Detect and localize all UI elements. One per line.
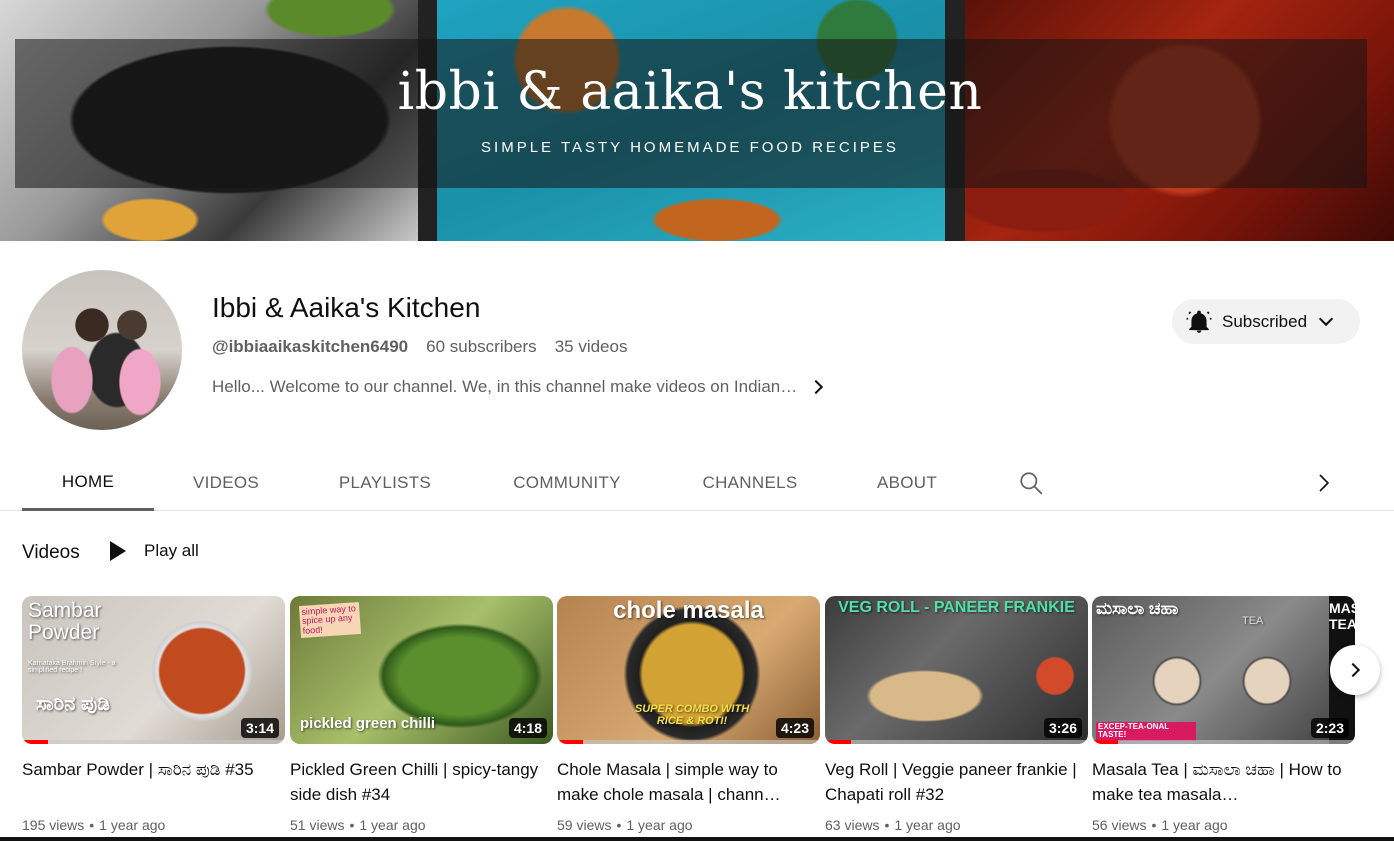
video-card[interactable]: Sambar Powder Karnataka Brahmin Style - … [22,596,285,833]
watch-progress [825,740,852,744]
view-count: 59 views [557,817,612,833]
video-duration: 3:14 [240,718,279,738]
play-all-button[interactable]: Play all [110,541,199,561]
video-meta: 51 views • 1 year ago [290,817,426,833]
upload-age: 1 year ago [626,817,693,833]
channel-name: Ibbi & Aaika's Kitchen [212,292,481,323]
video-title[interactable]: Masala Tea | ಮಸಾಲಾ ಚಹಾ | How to make tea… [1092,757,1355,807]
upload-age: 1 year ago [894,817,961,833]
channel-description-text: Hello... Welcome to our channel. We, in … [212,377,798,396]
bottom-edge [0,837,1394,841]
channel-tabs: HOME VIDEOS PLAYLISTS COMMUNITY CHANNELS… [0,455,1394,511]
subscriber-count: 60 subscribers [426,337,537,356]
channel-handle: @ibbiaaikaskitchen6490 [212,337,409,356]
bell-icon [1186,310,1212,333]
thumbnail-mug-label: TEA [1242,615,1264,627]
video-duration: 4:23 [775,718,814,738]
thumbnail-text: ಮಸಾಲಾ ಚಹಾ [1096,599,1179,618]
subscribed-button[interactable]: Subscribed [1172,299,1360,344]
thumbnail-caption: Karnataka Brahmin Style - a simplified r… [28,660,116,675]
video-card[interactable]: VEG ROLL - PANEER FRANKIE 3:26 Veg Roll … [825,596,1088,833]
subscribed-label: Subscribed [1222,311,1308,331]
channel-avatar[interactable] [22,270,182,430]
video-meta: 56 views • 1 year ago [1092,817,1228,833]
tab-playlists[interactable]: PLAYLISTS [316,455,454,511]
view-count: 56 views [1092,817,1147,833]
tab-videos[interactable]: VIDEOS [170,455,282,511]
thumbnail-text: VEG ROLL - PANEER FRANKIE [838,599,1075,616]
chevron-right-icon [809,379,824,395]
video-thumbnail[interactable]: Sambar Powder Karnataka Brahmin Style - … [22,596,285,744]
chevron-right-icon[interactable] [1312,471,1336,495]
video-duration: 2:23 [1310,718,1349,738]
video-duration: 4:18 [508,718,547,738]
video-meta: 195 views • 1 year ago [22,817,166,833]
thumbnail-caption: SUPER COMBO WITH RICE & ROTI! [634,703,750,727]
thumbnail-text: chole masala [613,597,764,624]
watch-progress [1092,740,1119,744]
video-title[interactable]: Pickled Green Chilli | spicy-tangy side … [290,757,553,807]
upload-age: 1 year ago [99,817,166,833]
chevron-right-icon [1345,662,1361,678]
thumbnail-caption: EXCEP-TEA-ONAL TASTE! [1096,722,1196,741]
search-icon[interactable] [1018,470,1044,496]
play-all-label: Play all [144,541,199,560]
video-thumbnail[interactable]: ಮಸಾಲಾ ಚಹಾ EXCEP-TEA-ONAL TASTE! TEA MASA… [1092,596,1355,744]
video-duration: 3:26 [1043,718,1082,738]
video-thumbnail[interactable]: chole masala SUPER COMBO WITH RICE & ROT… [557,596,820,744]
video-thumbnail[interactable]: simple way to spice up any food! pickled… [290,596,553,744]
video-meta: 63 views • 1 year ago [825,817,961,833]
view-count: 51 views [290,817,345,833]
video-card[interactable]: ಮಸಾಲಾ ಚಹಾ EXCEP-TEA-ONAL TASTE! TEA MASA… [1092,596,1355,833]
section-title: Videos [22,542,80,563]
video-title[interactable]: Sambar Powder | ಸಾರಿನ ಪುಡಿ #35 [22,757,285,807]
channel-meta: @ibbiaaikaskitchen6490 60 subscribers 35… [212,337,627,357]
video-count: 35 videos [554,337,628,356]
watch-progress [557,740,584,744]
tab-home[interactable]: HOME [22,455,154,511]
tab-about[interactable]: ABOUT [856,455,958,511]
view-count: 195 views [22,817,85,833]
video-card[interactable]: chole masala SUPER COMBO WITH RICE & ROT… [557,596,820,833]
thumbnail-caption: simple way to spice up any food! [298,601,362,639]
tab-channels[interactable]: CHANNELS [680,455,820,511]
thumbnail-text-kannada: ಸಾರಿನ ಪುಡಿ [36,693,110,715]
video-thumbnail[interactable]: VEG ROLL - PANEER FRANKIE 3:26 [825,596,1088,744]
upload-age: 1 year ago [359,817,426,833]
view-count: 63 views [825,817,880,833]
video-meta: 59 views • 1 year ago [557,817,693,833]
carousel-next-button[interactable] [1330,645,1380,695]
tab-community[interactable]: COMMUNITY [490,455,644,511]
channel-description[interactable]: Hello... Welcome to our channel. We, in … [212,377,824,397]
banner-subtitle: SIMPLE TASTY HOMEMADE FOOD RECIPES [481,139,899,156]
thumbnail-text: pickled green chilli [300,715,436,732]
watch-progress [22,740,49,744]
play-icon [110,541,126,561]
banner-title: ibbi & aaika's kitchen [397,62,983,122]
video-title[interactable]: Chole Masala | simple way to make chole … [557,757,820,807]
video-card[interactable]: simple way to spice up any food! pickled… [290,596,553,833]
video-title[interactable]: Veg Roll | Veggie paneer frankie | Chapa… [825,757,1088,807]
channel-banner: ibbi & aaika's kitchen SIMPLE TASTY HOME… [0,0,1394,241]
thumbnail-text: Sambar Powder [28,599,102,645]
upload-age: 1 year ago [1161,817,1228,833]
chevron-down-icon [1318,311,1334,327]
